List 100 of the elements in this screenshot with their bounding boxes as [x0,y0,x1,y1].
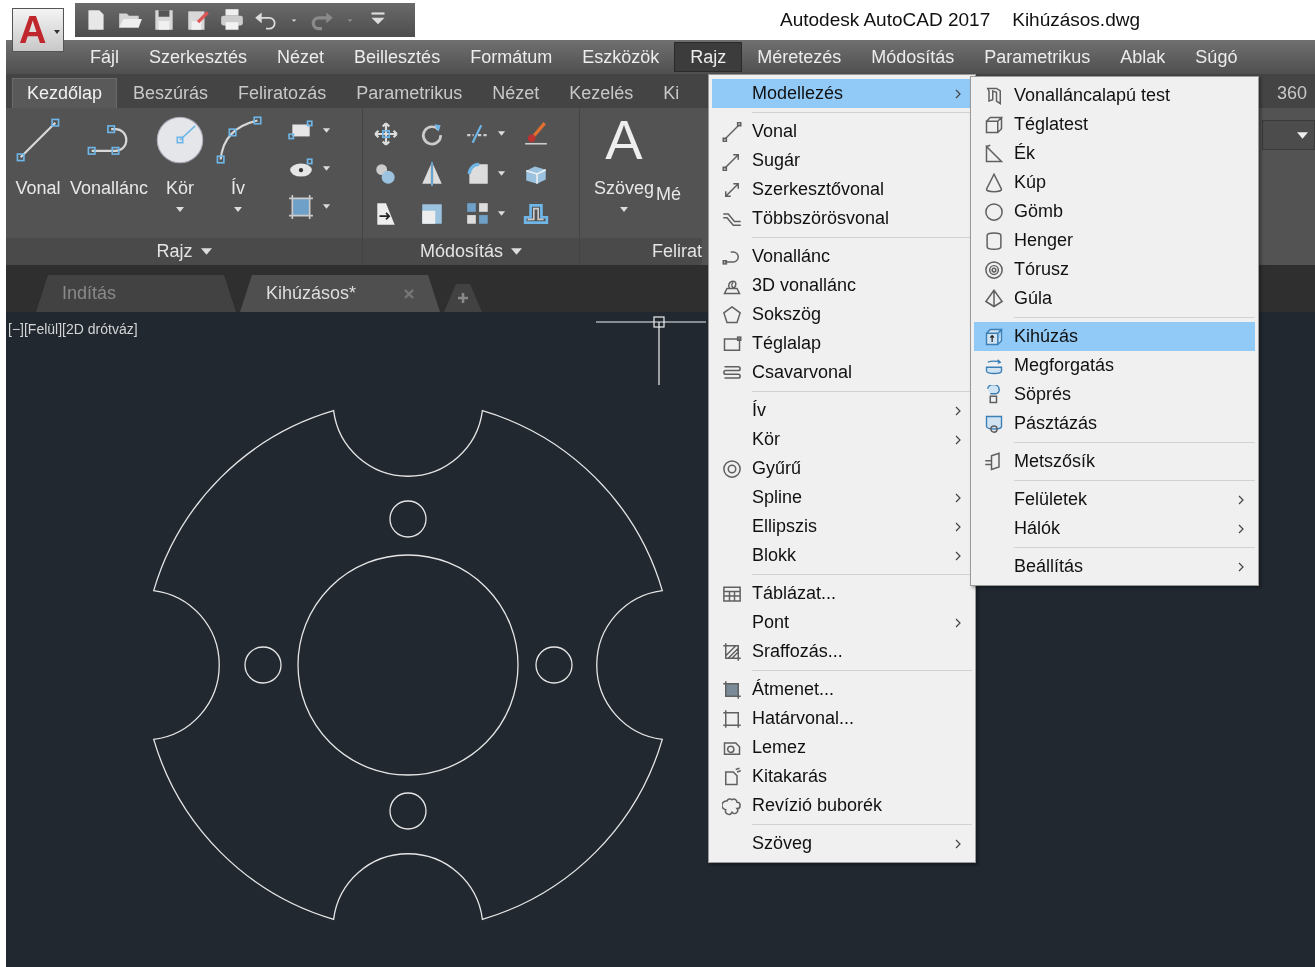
ribbon-tool-button[interactable]: A Szöveg [594,114,655,238]
sphere-icon [984,201,1004,222]
scale-icon[interactable] [419,201,445,227]
menu-bar-item[interactable]: Formátum [455,42,568,72]
cloud-icon [722,795,742,816]
menu-bar-item[interactable]: Súgó [1180,42,1253,72]
menu-item-label: Vonallánc [752,246,832,267]
menu-item-label: Szöveg [752,833,814,854]
mirror-icon[interactable] [419,161,445,187]
chevron-right-icon [954,433,962,446]
ribbon-tab[interactable]: Parametrikus [342,78,477,108]
menu-item-label: Csavarvonal [752,362,854,383]
wedge-icon [984,143,1004,164]
ring-icon [722,458,742,479]
rectangle-icon [722,333,742,354]
menu-item-label: Revízió buborék [752,795,884,816]
menu-item-label: Metszősík [1014,451,1097,472]
hatch-icon[interactable] [288,194,315,220]
table-icon [722,583,742,604]
printer-icon[interactable] [219,7,245,33]
menu-item[interactable]: Modellezés [712,79,972,108]
menu-item-label: Kör [752,429,781,450]
caret-icon[interactable] [322,128,332,134]
ribbon-tab[interactable]: Kezelés [555,78,648,108]
pyramid-icon [984,288,1004,309]
menu-bar-item[interactable]: Eszközök [567,42,675,72]
menu-bar-item[interactable]: Fájl [75,42,134,72]
ribbon-tool-button[interactable]: Vonal [12,114,64,238]
menu-item-label: Vonalláncalapú test [1014,85,1172,106]
viewport-label[interactable]: [−][Felül][2D drótváz] [8,321,138,337]
panel-title-bar[interactable]: Rajz [6,238,362,265]
menu-bar-item[interactable]: Méretezés [742,42,857,72]
chevron-right-icon [954,837,962,850]
panel-title: Felirat [652,241,702,262]
gradient-icon [722,679,742,700]
ribbon-tab[interactable]: Beszúrás [119,78,223,108]
menu-item-label: Megforgatás [1014,355,1116,376]
chevron-right-icon [954,616,962,629]
caret-icon[interactable] [497,131,506,137]
rotate-icon[interactable] [419,121,445,147]
panel-title-bar[interactable]: Felirat [580,238,702,265]
wipeout-icon [722,766,742,787]
menu-item-label: Gyűrű [752,458,803,479]
caret-icon[interactable] [322,166,332,172]
menu-item-label: Kihúzás [1014,326,1080,347]
menu-item-label: Lemez [752,737,808,758]
menu-item-label: 3D vonallánc [752,275,858,296]
ribbon-tool-button[interactable]: Kör [154,114,207,238]
menu-bar-item[interactable]: Nézet [262,42,340,72]
dropdown-field[interactable] [1262,120,1315,150]
caret-icon[interactable] [497,211,506,217]
menu-bar-item[interactable]: Módosítás [856,42,970,72]
menu-bar-item[interactable]: Parametrikus [969,42,1106,72]
caret-icon[interactable] [497,171,506,177]
chevron-right-icon [954,404,962,417]
menu-item-label: Sugár [752,150,802,171]
ribbon-tab[interactable]: Kezdőlap [12,78,118,108]
offset-icon[interactable] [523,201,549,227]
ribbon-tab[interactable]: Ki [649,78,694,108]
menu-item-label: Gömb [1014,201,1065,222]
ribbon-tool-button[interactable]: Mé [656,184,682,205]
extrude-icon [984,326,1004,347]
menu-item-label: Ív [752,400,767,421]
menu-item-label: Szerkesztővonal [752,179,886,200]
caret-icon [619,207,629,213]
window-title: Autodesk AutoCAD 2017 [780,9,991,31]
caret-icon[interactable] [322,204,332,210]
menu-item-label: Beállítás [1014,556,1085,577]
menu-item-label: Ellipszis [752,516,818,537]
ribbon-tool-button[interactable]: Ív [212,114,265,238]
ribbon-tool-button[interactable]: Vonallánc [70,114,149,238]
ribbon-tab[interactable]: Nézet [478,78,554,108]
fillet-icon[interactable] [465,161,491,187]
menu-item-label: Söprés [1014,384,1073,405]
chevron-right-icon [1237,560,1245,573]
ribbon-tab[interactable]: 360 [1268,78,1315,108]
brush-icon[interactable] [523,121,549,147]
chevron-right-icon [954,520,962,533]
array-icon[interactable] [465,201,491,227]
line-icon [722,121,742,142]
menu-bar-item[interactable]: Ablak [1105,42,1181,72]
menu-item-label: Téglatest [1014,114,1090,135]
menu-bar-item[interactable]: Szerkesztés [134,42,263,72]
caret-icon [53,28,61,36]
polysolid-icon [984,85,1004,106]
application-menu-button[interactable]: A [12,8,64,52]
panel-title-bar[interactable]: Módosítás [363,238,579,265]
menu-bar-item[interactable]: Beillesztés [339,42,456,72]
move-icon[interactable] [373,121,399,147]
document-tab[interactable]: Kihúzásos* [240,275,440,312]
loft-icon [984,413,1004,434]
menu-bar-item[interactable]: Rajz [674,42,743,72]
chevron-right-icon [1237,522,1245,535]
ribbon-tab[interactable]: Feliratozás [224,78,341,108]
torus-icon [984,259,1004,280]
menu-item-label: Spline [752,487,804,508]
menu-item-label: Táblázat... [752,583,838,604]
caret-icon [200,248,212,255]
menu-item-label: Pont [752,612,791,633]
plus-icon [457,292,469,304]
